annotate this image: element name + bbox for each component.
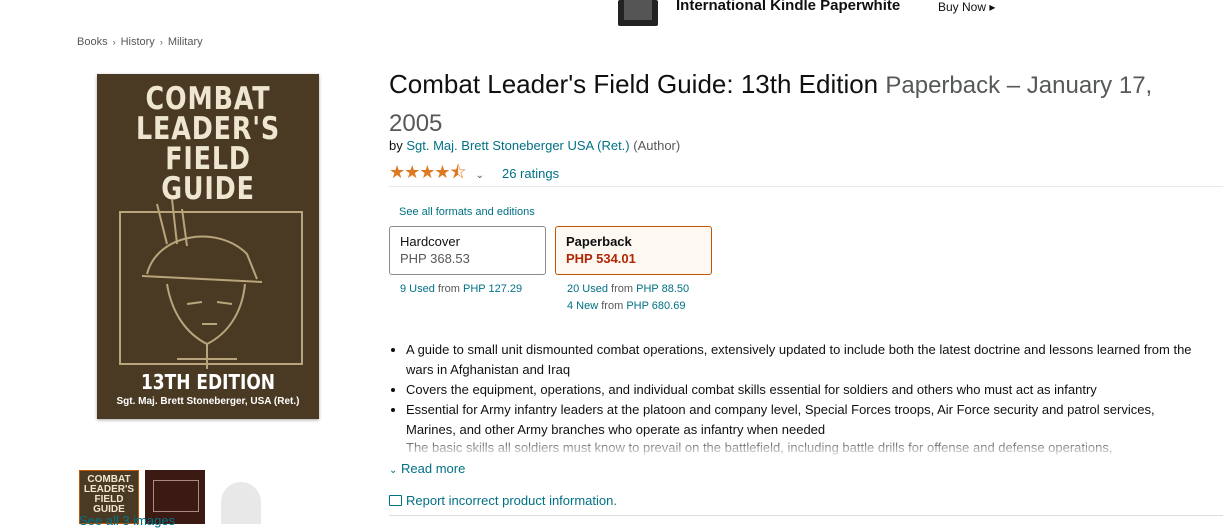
divider [389, 515, 1223, 516]
soldier-illustration [141, 198, 263, 369]
breadcrumb: Books › History › Military [77, 36, 203, 48]
paperback-new-offer[interactable]: 4 New from PHP 680.69 [567, 300, 685, 312]
fade-overlay [380, 446, 1220, 460]
cover-author: Sgt. Maj. Brett Stoneberger, USA (Ret.) [116, 396, 300, 407]
see-all-formats-link[interactable]: See all formats and editions [399, 206, 535, 218]
chevron-down-icon: ⌄ [389, 465, 398, 476]
comment-icon [389, 495, 402, 506]
author-link[interactable]: Sgt. Maj. Brett Stoneberger USA (Ret.) [406, 138, 629, 153]
star-rating-icon[interactable]: ★★★★⯪ [389, 162, 467, 182]
feature-bullet: Essential for Army infantry leaders at t… [406, 400, 1206, 440]
book-cover-image[interactable]: COMBAT LEADER'S FIELD GUIDE 13TH EDITION… [97, 74, 319, 419]
ad-title[interactable]: International Kindle Paperwhite [676, 0, 900, 14]
breadcrumb-books[interactable]: Books [77, 36, 108, 48]
byline: by Sgt. Maj. Brett Stoneberger USA (Ret.… [389, 138, 681, 153]
feature-bullets: A guide to small unit dismounted combat … [389, 340, 1206, 440]
feature-bullet: Covers the equipment, operations, and in… [406, 380, 1206, 400]
report-incorrect-info-link[interactable]: Report incorrect product information. [389, 493, 617, 508]
chevron-right-icon: › [112, 37, 116, 47]
breadcrumb-military[interactable]: Military [168, 36, 203, 48]
feature-bullet: A guide to small unit dismounted combat … [406, 340, 1206, 380]
read-more-link[interactable]: ⌄ Read more [389, 461, 465, 476]
hardcover-used-offer[interactable]: 9 Used from PHP 127.29 [400, 283, 522, 295]
paperback-used-offer[interactable]: 20 Used from PHP 88.50 [567, 283, 689, 295]
see-all-images-link[interactable]: See all 3 images [79, 513, 175, 528]
product-title: Combat Leader's Field Guide: 13th Editio… [389, 66, 1209, 142]
chevron-right-icon: › [159, 37, 163, 47]
format-swatch-paperback[interactable]: Paperback PHP 534.01 [555, 226, 712, 275]
breadcrumb-history[interactable]: History [121, 36, 155, 48]
thumbnail-3[interactable] [211, 470, 271, 524]
buy-now-link[interactable]: Buy Now ▸ [938, 0, 995, 14]
product-title-text: Combat Leader's Field Guide: 13th Editio… [389, 69, 879, 99]
kindle-device-image[interactable] [618, 0, 658, 26]
divider [389, 186, 1223, 187]
chevron-down-icon[interactable]: ⌄ [476, 170, 484, 181]
ratings-count-link[interactable]: 26 ratings [502, 166, 559, 181]
cover-edition: 13TH EDITION [140, 370, 276, 394]
format-swatch-hardcover[interactable]: Hardcover PHP 368.53 [389, 226, 546, 275]
rating-row: ★★★★⯪ ⌄ 26 ratings [389, 160, 559, 182]
author-role: (Author) [633, 138, 681, 153]
